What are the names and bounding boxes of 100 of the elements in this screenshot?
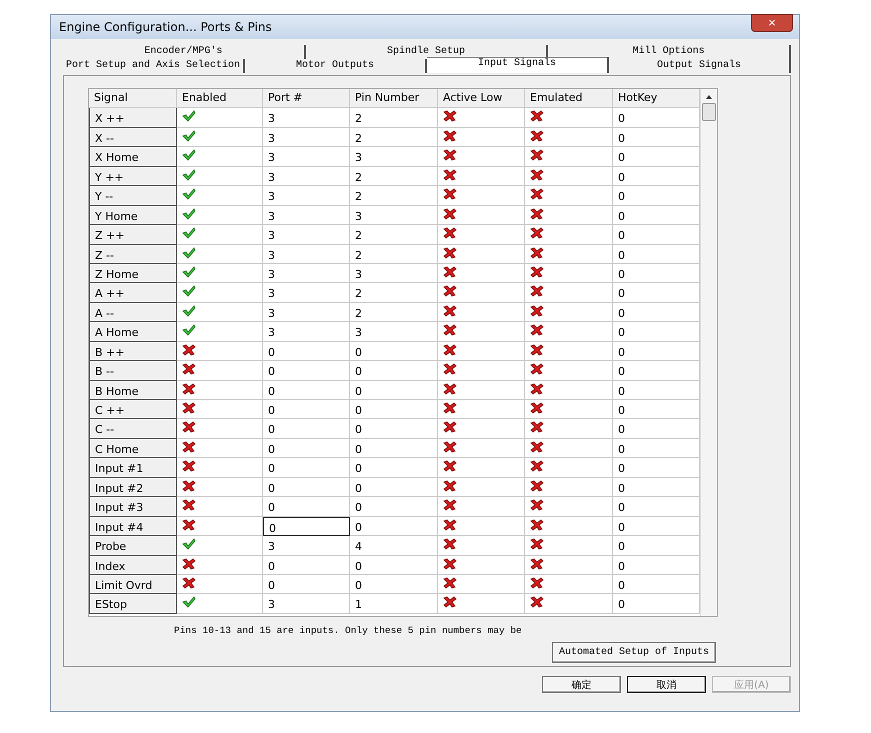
table-cell[interactable] bbox=[438, 594, 525, 614]
table-cell[interactable] bbox=[438, 342, 525, 362]
table-cell[interactable]: 0 bbox=[263, 574, 350, 594]
table-cell[interactable] bbox=[177, 128, 263, 148]
table-cell[interactable] bbox=[177, 322, 263, 342]
table-cell[interactable]: 0 bbox=[350, 458, 438, 478]
table-cell[interactable] bbox=[177, 147, 263, 167]
table-cell[interactable] bbox=[525, 206, 613, 226]
automated-setup-button[interactable]: Automated Setup of Inputs bbox=[552, 642, 716, 663]
table-cell[interactable]: 0 bbox=[613, 400, 700, 420]
table-cell[interactable] bbox=[438, 322, 525, 342]
table-cell[interactable] bbox=[525, 438, 613, 458]
table-cell[interactable]: 0 bbox=[613, 556, 700, 575]
table-cell[interactable]: 0 bbox=[613, 516, 700, 536]
table-cell[interactable] bbox=[177, 438, 263, 458]
scroll-up-arrow-icon[interactable] bbox=[706, 95, 712, 99]
table-cell[interactable] bbox=[177, 283, 263, 303]
table-cell[interactable]: 2 bbox=[350, 186, 438, 206]
table-cell[interactable]: 0 bbox=[613, 147, 700, 167]
table-cell[interactable]: 3 bbox=[263, 283, 350, 303]
table-cell[interactable] bbox=[525, 264, 613, 284]
table-cell[interactable] bbox=[177, 361, 263, 381]
table-cell[interactable]: 3 bbox=[263, 225, 350, 244]
table-cell[interactable] bbox=[438, 128, 525, 148]
table-cell[interactable] bbox=[177, 574, 263, 594]
dialog-button[interactable]: 确定 bbox=[542, 676, 621, 693]
scrollbar[interactable] bbox=[700, 89, 717, 616]
table-cell[interactable]: 0 bbox=[350, 380, 438, 400]
table-cell[interactable]: 0 bbox=[613, 264, 700, 284]
table-cell[interactable]: 0 bbox=[613, 206, 700, 226]
table-cell[interactable] bbox=[438, 438, 525, 458]
table-cell[interactable]: 4 bbox=[350, 536, 438, 556]
table-cell[interactable]: 3 bbox=[263, 108, 350, 128]
table-cell[interactable]: 3 bbox=[350, 147, 438, 167]
table-cell[interactable] bbox=[525, 419, 613, 439]
table-cell[interactable]: 2 bbox=[350, 302, 438, 322]
table-cell[interactable] bbox=[177, 497, 263, 517]
table-cell[interactable]: 3 bbox=[263, 206, 350, 226]
table-cell[interactable]: 0 bbox=[263, 361, 350, 381]
table-cell[interactable] bbox=[525, 108, 613, 128]
table-cell[interactable]: 0 bbox=[263, 419, 350, 439]
table-cell[interactable] bbox=[525, 186, 613, 206]
table-cell[interactable] bbox=[177, 225, 263, 244]
table-cell[interactable] bbox=[177, 536, 263, 556]
column-header[interactable]: Enabled bbox=[177, 89, 263, 108]
table-cell[interactable] bbox=[177, 302, 263, 322]
table-cell[interactable]: 0 bbox=[613, 225, 700, 244]
table-cell[interactable] bbox=[438, 244, 525, 264]
table-cell[interactable]: 0 bbox=[613, 322, 700, 342]
table-cell[interactable] bbox=[525, 244, 613, 264]
table-cell[interactable] bbox=[438, 302, 525, 322]
table-cell[interactable]: 3 bbox=[350, 206, 438, 226]
tab[interactable]: Spindle Setup bbox=[306, 45, 548, 59]
table-cell[interactable]: 3 bbox=[263, 594, 350, 614]
table-cell[interactable] bbox=[438, 400, 525, 420]
table-cell[interactable] bbox=[177, 108, 263, 128]
table-cell[interactable]: 3 bbox=[263, 186, 350, 206]
table-cell[interactable]: 0 bbox=[263, 556, 350, 575]
table-cell[interactable]: 0 bbox=[613, 302, 700, 322]
table-cell[interactable] bbox=[438, 108, 525, 128]
table-cell[interactable]: 0 bbox=[350, 342, 438, 362]
table-cell[interactable] bbox=[438, 419, 525, 439]
table-cell[interactable]: 0 bbox=[350, 497, 438, 517]
table-cell[interactable]: 0 bbox=[263, 342, 350, 362]
table-cell[interactable]: 0 bbox=[613, 342, 700, 362]
table-cell[interactable]: 0 bbox=[613, 574, 700, 594]
table-cell[interactable]: 0 bbox=[263, 380, 350, 400]
table-cell[interactable]: 3 bbox=[263, 147, 350, 167]
table-cell[interactable]: 0 bbox=[613, 497, 700, 517]
table-cell[interactable]: 0 bbox=[350, 478, 438, 498]
table-cell[interactable]: 0 bbox=[350, 419, 438, 439]
table-cell[interactable] bbox=[525, 342, 613, 362]
table-cell[interactable]: 0 bbox=[263, 478, 350, 498]
table-cell[interactable]: 3 bbox=[263, 322, 350, 342]
table-cell[interactable]: 3 bbox=[263, 264, 350, 284]
table-cell[interactable]: 3 bbox=[263, 166, 350, 186]
table-cell[interactable] bbox=[525, 322, 613, 342]
table-cell[interactable] bbox=[525, 302, 613, 322]
table-cell[interactable] bbox=[525, 128, 613, 148]
table-cell[interactable]: 0 bbox=[613, 458, 700, 478]
table-cell[interactable] bbox=[438, 361, 525, 381]
table-cell[interactable]: 0 bbox=[613, 419, 700, 439]
table-cell[interactable] bbox=[525, 283, 613, 303]
table-cell[interactable]: 0 bbox=[613, 536, 700, 556]
table-cell[interactable] bbox=[438, 556, 525, 575]
table-cell[interactable]: 0 bbox=[263, 497, 350, 517]
table-cell[interactable] bbox=[177, 244, 263, 264]
table-cell[interactable]: 0 bbox=[613, 438, 700, 458]
table-cell[interactable] bbox=[438, 380, 525, 400]
table-cell[interactable] bbox=[177, 206, 263, 226]
table-cell[interactable] bbox=[438, 478, 525, 498]
table-cell[interactable] bbox=[177, 516, 263, 536]
table-cell[interactable] bbox=[177, 556, 263, 575]
table-cell[interactable]: 0 bbox=[350, 361, 438, 381]
table-cell[interactable] bbox=[438, 497, 525, 517]
table-cell[interactable] bbox=[177, 380, 263, 400]
table-cell[interactable] bbox=[525, 516, 613, 536]
column-header[interactable]: Port # bbox=[263, 89, 350, 108]
column-header[interactable]: Emulated bbox=[525, 89, 613, 108]
table-cell[interactable]: 0 bbox=[350, 438, 438, 458]
